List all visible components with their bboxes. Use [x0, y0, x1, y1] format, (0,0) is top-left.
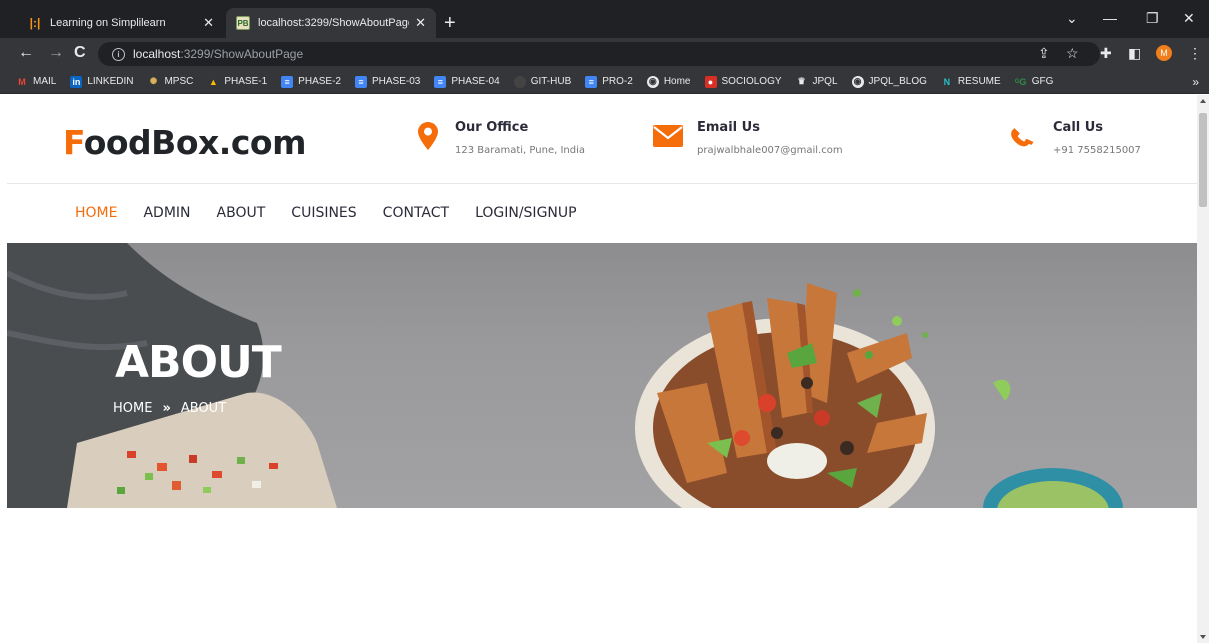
resume-icon: N [943, 76, 951, 87]
bookmark-github[interactable]: GIT-HUB [513, 75, 571, 88]
forward-button[interactable]: → [48, 44, 64, 62]
more-bookmarks-icon[interactable]: » [1192, 75, 1199, 89]
bookmark-jpql-blog[interactable]: ◉ JPQL_BLOG [851, 75, 927, 88]
bookmarks-bar: M MAIL in LINKEDIN ✺ MPSC ▲ PHASE-1 ≡ PHASE-2… [0, 70, 1209, 94]
scroll-up-icon[interactable] [1200, 99, 1206, 103]
gmail-icon: M [18, 76, 26, 87]
jpql-icon: ♛ [797, 76, 806, 86]
bookmark-gfg[interactable]: ᴳG GFG [1014, 76, 1053, 88]
site-info-icon[interactable]: i [112, 47, 125, 61]
docs-icon: ≡ [281, 75, 294, 88]
breadcrumb-home[interactable]: HOME [113, 401, 152, 416]
tab-search-icon[interactable]: ⌄ [1066, 10, 1078, 27]
restore-button[interactable]: ❐ [1146, 10, 1159, 27]
logo-rest: oodBox.com [83, 123, 307, 162]
nav-admin[interactable]: ADMIN [143, 205, 190, 221]
bookmark-phase-04[interactable]: ≡ PHASE-04 [434, 75, 500, 88]
menu-icon[interactable]: ⋮ [1188, 45, 1202, 62]
bookmark-star-icon[interactable]: ☆ [1066, 45, 1079, 62]
close-tab-icon[interactable]: ✕ [203, 15, 214, 31]
side-panel-icon[interactable]: ◧ [1128, 45, 1141, 62]
address-bar[interactable]: i localhost:3299/ShowAboutPage [98, 42, 1100, 66]
main-nav: HOME ADMIN ABOUT CUISINES CONTACT LOGIN/… [75, 205, 603, 221]
tab-simplilearn[interactable]: |:| Learning on Simplilearn ✕ [18, 8, 224, 38]
breadcrumb-separator-icon: » [162, 401, 171, 416]
url-path: :3299/ShowAboutPage [180, 47, 304, 61]
bookmark-phase-2[interactable]: ≡ PHASE-2 [281, 75, 341, 88]
envelope-icon [653, 119, 683, 153]
phone-number[interactable]: +91 7558215007 [1053, 145, 1141, 156]
bookmark-resume[interactable]: N RESUME [941, 76, 1001, 88]
gfg-icon: ᴳG [1014, 76, 1027, 87]
globe-icon: ◉ [851, 75, 864, 88]
email-title: Email Us [697, 120, 760, 135]
site-logo[interactable]: FoodBox.com [63, 123, 306, 162]
hero-banner: ABOUT HOME » ABOUT [7, 243, 1197, 508]
nav-contact[interactable]: CONTACT [383, 205, 449, 221]
tab-title: Learning on Simplilearn [50, 17, 166, 29]
emblem-icon: ✺ [149, 76, 158, 86]
office-title: Our Office [455, 120, 529, 135]
bookmark-phase-03[interactable]: ≡ PHASE-03 [354, 75, 420, 88]
page-scrollbar[interactable] [1197, 95, 1209, 643]
docs-icon: ≡ [354, 75, 367, 88]
linkedin-icon: in [70, 75, 83, 88]
close-tab-icon[interactable]: ✕ [415, 15, 426, 31]
breadcrumb-current: ABOUT [180, 401, 227, 416]
url-host: localhost [133, 47, 181, 61]
docs-icon: ≡ [585, 75, 598, 88]
nav-cuisines[interactable]: CUISINES [291, 205, 356, 221]
pb-icon: PB [236, 16, 250, 30]
bookmark-phase-1[interactable]: ▲ PHASE-1 [207, 76, 267, 88]
close-window-button[interactable]: ✕ [1183, 10, 1195, 27]
bookmark-mail[interactable]: M MAIL [16, 76, 56, 88]
back-button[interactable]: ← [18, 44, 34, 62]
globe-icon: ◉ [646, 75, 659, 88]
profile-avatar[interactable]: M [1156, 45, 1172, 61]
sociology-icon: ● [704, 75, 717, 88]
nav-home[interactable]: HOME [75, 205, 117, 221]
new-tab-button[interactable]: + [444, 12, 456, 35]
phone-title: Call Us [1053, 120, 1104, 135]
bookmark-mpsc[interactable]: ✺ MPSC [147, 76, 194, 88]
bookmark-pro-2[interactable]: ≡ PRO-2 [585, 75, 633, 88]
breadcrumb: HOME » ABOUT [113, 401, 226, 416]
bookmark-jpql[interactable]: ♛ JPQL [796, 76, 837, 88]
tab-about-page[interactable]: PB localhost:3299/ShowAboutPage ✕ [226, 8, 436, 38]
office-address: 123 Baramati, Pune, India [455, 145, 585, 156]
extensions-icon[interactable]: ✚ [1100, 45, 1112, 62]
minimize-button[interactable]: — [1103, 10, 1117, 26]
docs-icon: ≡ [434, 75, 447, 88]
drive-icon: ▲ [208, 76, 218, 87]
web-page: FoodBox.com Our Office 123 Baramati, Pun… [7, 95, 1197, 643]
tab-title: localhost:3299/ShowAboutPage [258, 17, 410, 29]
nav-about[interactable]: ABOUT [217, 205, 266, 221]
simplilearn-icon: |:| [29, 16, 41, 30]
browser-tab-bar: |:| Learning on Simplilearn ✕ PB localho… [0, 0, 1209, 38]
office-info: Our Office 123 Baramati, Pune, India [413, 119, 585, 156]
map-pin-icon [413, 119, 443, 153]
header-divider [7, 183, 1197, 184]
browser-toolbar: ← → C i localhost:3299/ShowAboutPage ⇪ ☆… [0, 38, 1209, 70]
bookmark-home[interactable]: ◉ Home [646, 75, 691, 88]
phone-info: Call Us +91 7558215007 [1009, 119, 1141, 156]
scroll-down-icon[interactable] [1200, 635, 1206, 639]
github-icon [513, 75, 526, 88]
nav-login-signup[interactable]: LOGIN/SIGNUP [475, 205, 577, 221]
email-info: Email Us prajwalbhale007@gmail.com [653, 119, 843, 156]
logo-first-letter: F [63, 123, 84, 162]
reload-button[interactable]: C [74, 44, 86, 62]
share-icon[interactable]: ⇪ [1038, 45, 1050, 62]
scrollbar-thumb[interactable] [1199, 113, 1207, 207]
email-address[interactable]: prajwalbhale007@gmail.com [697, 145, 843, 156]
bookmark-sociology[interactable]: ● SOCIOLOGY [704, 75, 782, 88]
bookmark-linkedin[interactable]: in LINKEDIN [70, 75, 133, 88]
hero-title: ABOUT [115, 337, 282, 388]
phone-icon [1009, 119, 1039, 153]
